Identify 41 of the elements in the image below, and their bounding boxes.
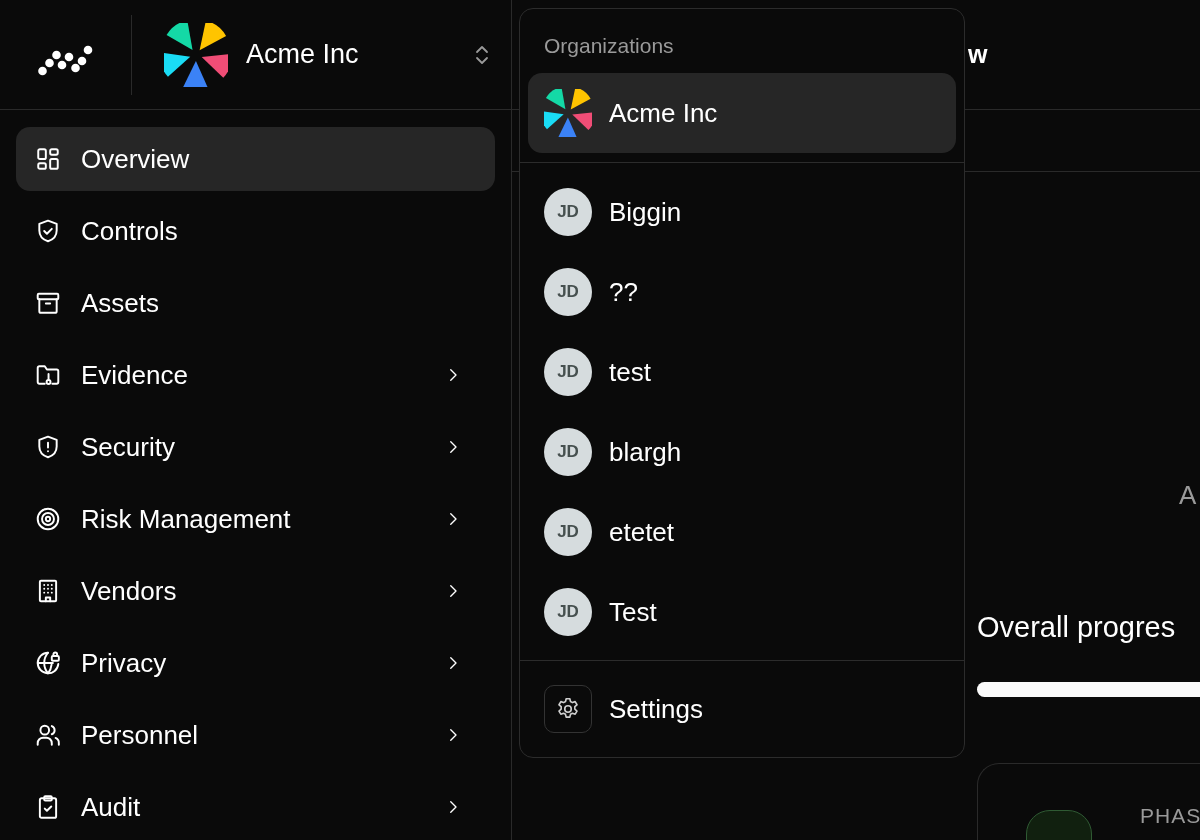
shield-check-icon xyxy=(35,218,61,244)
org-item[interactable]: JD Test xyxy=(528,572,956,652)
nav-item[interactable]: Risk Management xyxy=(16,487,495,551)
folder-icon xyxy=(35,362,61,388)
org-item[interactable]: JD ?? xyxy=(528,252,956,332)
pinwheel-logo xyxy=(544,89,592,137)
nav-item[interactable]: Vendors xyxy=(16,559,495,623)
nav-item[interactable]: Audit xyxy=(16,775,495,839)
avatar: JD xyxy=(544,508,592,556)
globe-lock-icon xyxy=(35,650,61,676)
nav-item[interactable]: Evidence xyxy=(16,343,495,407)
avatar: JD xyxy=(544,348,592,396)
org-item[interactable]: JD test xyxy=(528,332,956,412)
page-title: w xyxy=(968,40,988,69)
avatar: JD xyxy=(544,428,592,476)
pinwheel-logo xyxy=(164,22,228,87)
settings-item[interactable]: Settings xyxy=(520,661,964,757)
nav-item[interactable]: Controls xyxy=(16,199,495,263)
stat-label: A xyxy=(1178,480,1198,511)
nav-item[interactable]: Personnel xyxy=(16,703,495,767)
target-icon xyxy=(35,506,61,532)
phase-label: PHAS xyxy=(1140,804,1200,828)
nav-item[interactable]: Privacy xyxy=(16,631,495,695)
nav-item[interactable]: Security xyxy=(16,415,495,479)
nav-item[interactable]: Assets xyxy=(16,271,495,335)
menu-heading: Organizations xyxy=(543,33,675,59)
shield-alert-icon xyxy=(35,434,61,460)
progress-title: Overall progres xyxy=(977,611,1177,644)
users-icon xyxy=(35,722,61,748)
org-item[interactable]: Acme Inc xyxy=(528,73,956,153)
org-item[interactable]: JD etetet xyxy=(528,492,956,572)
org-item[interactable]: JD blargh xyxy=(528,412,956,492)
org-switcher[interactable]: Acme Inc xyxy=(164,18,494,91)
grid-icon xyxy=(35,146,61,172)
archive-icon xyxy=(35,290,61,316)
avatar: JD xyxy=(544,268,592,316)
phase-icon xyxy=(1026,810,1092,840)
avatar: JD xyxy=(544,588,592,636)
org-item[interactable]: JD Biggin xyxy=(528,172,956,252)
avatar: JD xyxy=(544,188,592,236)
nav-item[interactable]: Overview xyxy=(16,127,495,191)
